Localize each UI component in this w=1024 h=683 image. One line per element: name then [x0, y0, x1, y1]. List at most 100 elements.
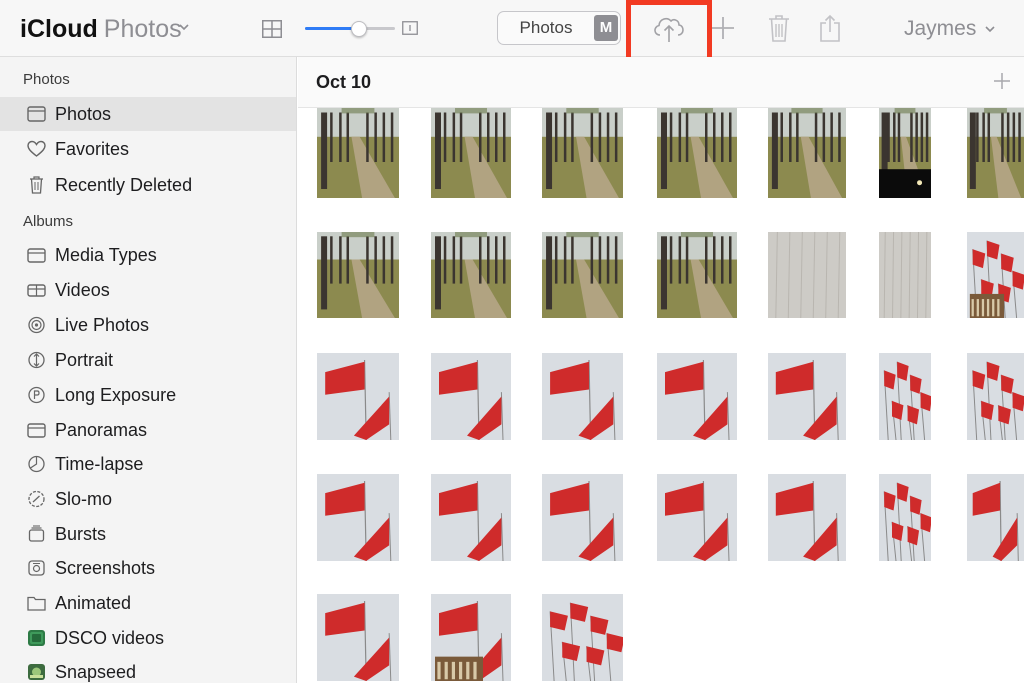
sidebar-item-label: Long Exposure [55, 385, 177, 405]
photo-image [542, 353, 623, 440]
sidebar-item-recently-deleted[interactable]: Recently Deleted [0, 168, 296, 202]
sidebar-item-videos[interactable]: Videos [0, 273, 296, 307]
sidebar-item-label: DSCO videos [55, 628, 165, 648]
photo-thumbnail[interactable] [317, 232, 399, 318]
sidebar-item-portrait[interactable]: Portrait [0, 343, 296, 377]
photo-thumbnail[interactable] [879, 353, 931, 440]
delete-icon[interactable] [768, 14, 790, 42]
photo-thumbnail[interactable] [657, 108, 737, 198]
photo-thumbnail[interactable] [879, 108, 931, 198]
segment-memories[interactable]: M [594, 15, 618, 41]
sidebar-item-photos[interactable]: Photos [0, 97, 296, 131]
add-icon[interactable] [711, 16, 735, 40]
photo-thumbnail[interactable] [431, 353, 511, 440]
dsco-app-icon [28, 630, 45, 646]
add-to-album-icon[interactable] [994, 73, 1010, 89]
photo-thumbnail[interactable] [768, 232, 846, 318]
sidebar-item-label: Slo-mo [55, 489, 113, 509]
grid-view-icon[interactable] [262, 20, 282, 38]
photo-image [967, 353, 1024, 440]
photo-image [657, 232, 737, 318]
photo-image [317, 232, 399, 318]
upload-icon[interactable] [651, 13, 687, 45]
sidebar-item-label: Bursts [55, 524, 107, 544]
sidebar-item-animated[interactable]: Animated [0, 586, 296, 620]
sidebar-section-photos: Photos [23, 71, 70, 88]
photo-image [431, 232, 511, 318]
photo-thumbnail[interactable] [317, 594, 399, 681]
photo-thumbnail[interactable] [431, 232, 511, 318]
sidebar-item-label: Snapseed [55, 662, 137, 682]
photo-thumbnail[interactable] [542, 232, 623, 318]
live-photo-icon [28, 316, 45, 334]
screenshot-icon [28, 560, 45, 576]
photo-image [542, 232, 623, 318]
photo-image [657, 353, 737, 440]
photo-image [317, 108, 399, 198]
photo-thumbnail[interactable] [657, 232, 737, 318]
sidebar-item-media-types[interactable]: Media Types [0, 238, 296, 272]
bursts-icon [28, 525, 45, 542]
share-icon[interactable] [818, 14, 842, 42]
app-switcher[interactable]: iCloud Photos [20, 14, 189, 44]
photo-image [768, 108, 846, 198]
segment-photos[interactable]: Photos [498, 12, 594, 44]
sidebar-item-favorites[interactable]: Favorites [0, 132, 296, 166]
sidebar-item-label: Media Types [55, 245, 157, 265]
sidebar-item-label: Portrait [55, 350, 114, 370]
account-name: Jaymes [904, 17, 977, 40]
photo-thumbnail[interactable] [768, 108, 846, 198]
photo-thumbnail[interactable] [431, 474, 511, 561]
sidebar-item-long-exposure[interactable]: Long Exposure [0, 378, 296, 412]
photo-image [542, 594, 623, 681]
sidebar-item-label: Photos [55, 104, 112, 124]
video-icon [27, 284, 46, 297]
sidebar-item-live-photos[interactable]: Live Photos [0, 308, 296, 342]
photo-thumbnail[interactable] [768, 353, 846, 440]
photo-grid [298, 108, 1024, 683]
photo-thumbnail[interactable] [542, 594, 623, 681]
photo-thumbnail[interactable] [967, 232, 1024, 318]
photo-image [879, 108, 931, 198]
sidebar-item-snapseed[interactable]: Snapseed [0, 655, 296, 683]
photo-thumbnail[interactable] [317, 108, 399, 198]
sidebar-item-slo-mo[interactable]: Slo-mo [0, 482, 296, 516]
slider-knob[interactable] [351, 21, 367, 37]
photo-thumbnail[interactable] [768, 474, 846, 561]
photo-thumbnail[interactable] [431, 108, 511, 198]
sidebar-item-label: Panoramas [55, 420, 148, 440]
heart-icon [27, 140, 46, 157]
sidebar-item-label: Videos [55, 280, 110, 300]
snapseed-app-icon [28, 664, 45, 680]
sidebar-item-panoramas[interactable]: Panoramas [0, 413, 296, 447]
sidebar-item-label: Favorites [55, 139, 130, 159]
sidebar-item-dsco-videos[interactable]: DSCO videos [0, 621, 296, 655]
single-photo-view-icon[interactable] [402, 21, 418, 35]
sidebar-item-bursts[interactable]: Bursts [0, 517, 296, 551]
photo-thumbnail[interactable] [317, 353, 399, 440]
moment-date: Oct 10 [316, 72, 372, 92]
photo-thumbnail[interactable] [542, 108, 623, 198]
photo-thumbnail[interactable] [967, 474, 1024, 561]
photo-thumbnail[interactable] [657, 474, 737, 561]
photo-image [967, 108, 1024, 198]
sidebar-section-albums: Albums [23, 213, 74, 230]
photo-thumbnail[interactable] [431, 594, 511, 681]
sidebar-item-time-lapse[interactable]: Time-lapse [0, 447, 296, 481]
sidebar-item-screenshots[interactable]: Screenshots [0, 551, 296, 585]
zoom-slider[interactable] [305, 21, 397, 37]
photo-image [879, 474, 931, 561]
photo-thumbnail[interactable] [967, 108, 1024, 198]
account-menu[interactable]: Jaymes [904, 16, 996, 42]
photo-thumbnail[interactable] [967, 353, 1024, 440]
folder-icon [27, 248, 46, 263]
photo-thumbnail[interactable] [542, 353, 623, 440]
app-name: Photos [103, 15, 182, 43]
photo-thumbnail[interactable] [542, 474, 623, 561]
photo-thumbnail[interactable] [879, 474, 931, 561]
photo-thumbnail[interactable] [879, 232, 931, 318]
photo-thumbnail[interactable] [657, 353, 737, 440]
sidebar: Photos Photos Favorites Recently Deleted… [0, 57, 297, 683]
long-exposure-icon [28, 386, 45, 404]
photo-thumbnail[interactable] [317, 474, 399, 561]
